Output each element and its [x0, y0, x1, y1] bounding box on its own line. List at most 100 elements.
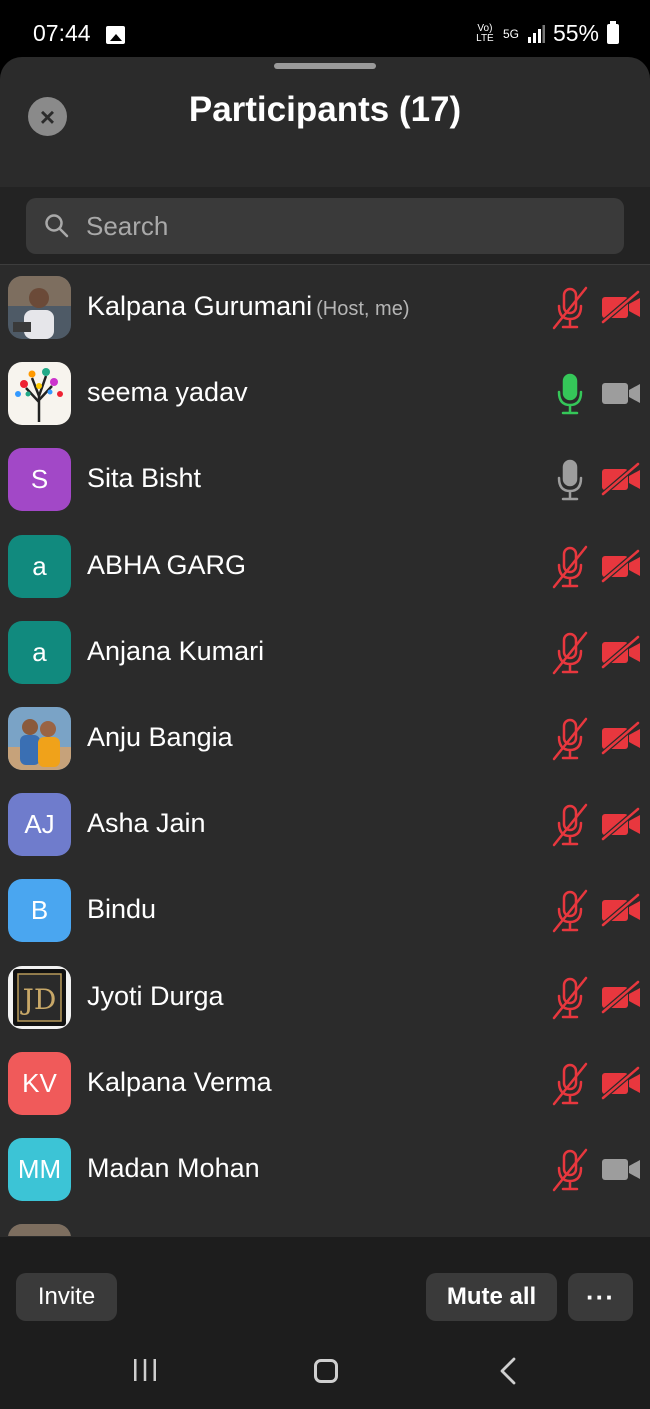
mute-all-button[interactable]: Mute all [426, 1273, 557, 1321]
mic-muted-icon[interactable] [551, 889, 589, 933]
mic-muted-icon[interactable] [551, 545, 589, 589]
participant-name-text: Jyoti Durga [87, 980, 224, 1011]
signal-icon [527, 24, 545, 43]
participant-role: (Host, me) [316, 298, 410, 320]
participant-name-text: Anjana Kumari [87, 635, 265, 666]
avatar [8, 1224, 71, 1236]
avatar: KV [8, 1051, 71, 1115]
video-off-icon[interactable] [600, 1065, 642, 1100]
page-title: Participants (17) [188, 90, 462, 129]
participant-row[interactable]: S Sita Bisht [0, 438, 650, 524]
mic-icon[interactable] [551, 458, 589, 502]
participant-name: Kalpana Gurumani (Host, me) [87, 291, 409, 322]
avatar: AJ [8, 793, 71, 857]
participant-row[interactable]: AJ Asha Jain [0, 783, 650, 869]
mic-muted-icon[interactable] [551, 803, 589, 847]
video-off-icon[interactable] [600, 634, 642, 669]
status-indicators: Vo) LTE 5G 55% [475, 20, 619, 47]
avatar: S [8, 448, 71, 512]
avatar: a [8, 620, 71, 684]
svg-text:JD: JD [20, 983, 57, 1016]
avatar-initials: a [32, 550, 47, 581]
mic-muted-icon[interactable] [551, 631, 589, 675]
video-icon[interactable] [600, 1152, 642, 1186]
video-off-icon[interactable] [600, 290, 642, 324]
participant-name: Kalpana Verma [87, 1067, 272, 1098]
back-icon[interactable] [498, 1357, 518, 1385]
participant-row[interactable]: MM Madan Mohan [0, 1128, 650, 1214]
gallery-notification-icon [106, 26, 125, 44]
person-photo [8, 276, 71, 339]
couple-photo [8, 707, 71, 770]
footer-bar: Invite Mute all ··· [0, 1237, 650, 1333]
mic-muted-icon[interactable] [551, 717, 589, 761]
participant-name-text: seema yadav [87, 377, 248, 408]
video-off-icon[interactable] [600, 979, 642, 1014]
participant-name-text: Asha Jain [87, 808, 206, 839]
avatar-initials: AJ [24, 809, 55, 840]
participant-name-text: Kalpana Gurumani [87, 291, 313, 321]
avatar-initials: KV [22, 1067, 57, 1098]
jd-logo-photo: JD [8, 965, 71, 1029]
video-off-icon[interactable] [600, 462, 642, 497]
avatar-initials: S [30, 464, 49, 495]
participant-row[interactable] [0, 1214, 650, 1236]
avatar [8, 276, 71, 339]
status-time: 07:44 [33, 20, 91, 46]
mic-muted-icon[interactable] [551, 976, 589, 1020]
participant-name: Jyoti Durga [87, 981, 224, 1012]
participant-row[interactable]: JD Jyoti Durga [0, 956, 650, 1042]
participant-list[interactable]: Kalpana Gurumani (Host, me) seema yadav S Si… [0, 266, 650, 1236]
avatar-initials: a [32, 636, 47, 667]
avatar: MM [8, 1138, 71, 1201]
status-bar: 07:44 Vo) LTE 5G 55% [0, 0, 650, 58]
participant-row[interactable]: a Anjana Kumari [0, 611, 650, 697]
person-photo [8, 1224, 71, 1236]
participant-row[interactable]: Anju Bangia [0, 697, 650, 783]
video-icon[interactable] [600, 376, 642, 410]
battery-percent: 55% [552, 20, 599, 46]
participant-row[interactable]: a ABHA GARG [0, 525, 650, 611]
participant-row[interactable]: KV Kalpana Verma [0, 1042, 650, 1128]
avatar: a [8, 534, 71, 598]
participant-row[interactable]: Kalpana Gurumani (Host, me) [0, 266, 650, 352]
participant-name: Madan Mohan [87, 1153, 260, 1184]
avatar [8, 362, 71, 426]
more-options-button[interactable]: ··· [568, 1273, 633, 1321]
search-input[interactable] [86, 198, 606, 254]
home-icon[interactable] [314, 1359, 338, 1383]
divider [0, 264, 650, 265]
participant-row[interactable]: B Bindu [0, 869, 650, 955]
tree-art-photo [8, 362, 71, 426]
participant-name-text: Kalpana Verma [87, 1066, 272, 1097]
participant-name-text: Anju Bangia [87, 722, 233, 752]
mic-muted-icon[interactable] [551, 286, 589, 330]
avatar: JD [8, 965, 71, 1029]
participant-name: Anju Bangia [87, 722, 233, 753]
participant-row[interactable]: seema yadav [0, 352, 650, 438]
video-off-icon[interactable] [600, 548, 642, 583]
participant-name: Sita Bisht [87, 463, 201, 494]
search-box[interactable] [26, 198, 624, 254]
mic-muted-icon[interactable] [551, 1062, 589, 1106]
invite-button[interactable]: Invite [16, 1273, 117, 1321]
participant-name-text: Bindu [87, 894, 157, 925]
avatar [8, 707, 71, 770]
participant-name: ABHA GARG [87, 550, 246, 581]
avatar-initials: MM [17, 1154, 62, 1184]
system-nav-bar [0, 1333, 650, 1409]
recent-apps-icon[interactable] [132, 1359, 158, 1381]
drag-handle[interactable] [274, 63, 376, 69]
video-off-icon[interactable] [600, 721, 642, 755]
participant-name-text: Sita Bisht [87, 463, 202, 494]
participant-name-text: Madan Mohan [87, 1153, 260, 1183]
video-off-icon[interactable] [600, 893, 642, 928]
participants-sheet: × Participants (17) Kalpana Gurumani(Hos… [0, 57, 650, 1333]
participant-name: Anjana Kumari [87, 636, 264, 667]
participant-name: Bindu [87, 894, 156, 925]
avatar: B [8, 879, 71, 943]
volte-icon: Vo) LTE [476, 22, 494, 44]
mic-muted-icon[interactable] [551, 1148, 589, 1192]
video-off-icon[interactable] [600, 807, 642, 842]
mic-icon[interactable] [551, 372, 589, 416]
